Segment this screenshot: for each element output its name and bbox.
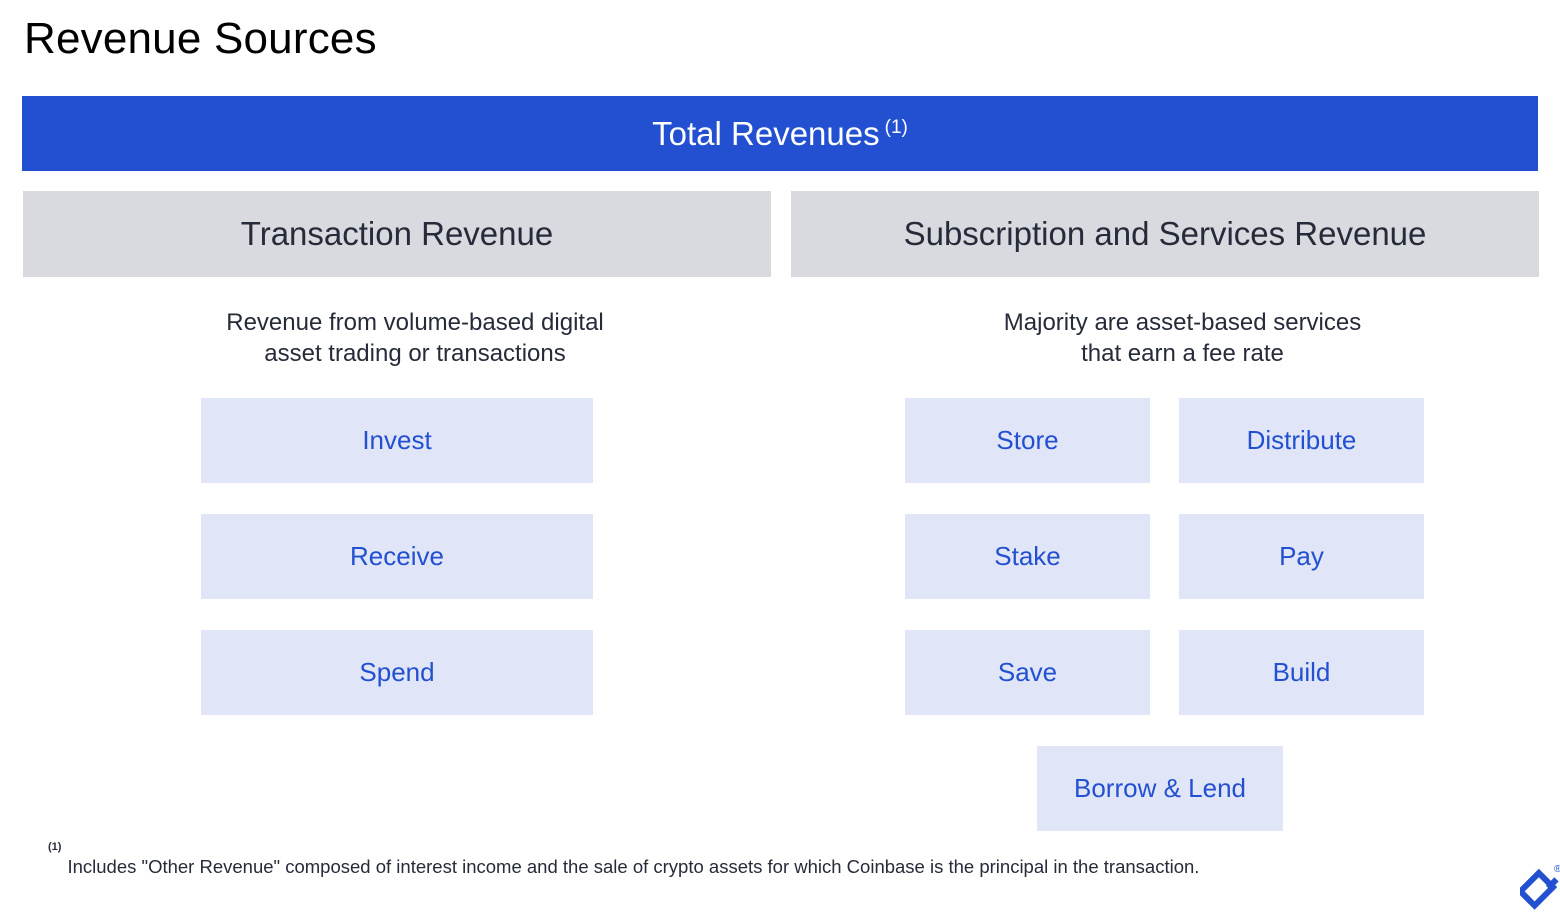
total-revenues-banner: Total Revenues (1) (22, 96, 1538, 171)
item-label: Store (996, 425, 1059, 455)
footnote-text: Includes "Other Revenue" composed of int… (67, 856, 1200, 877)
category-subscription-services-revenue: Subscription and Services Revenue (791, 191, 1539, 277)
total-footnote-marker: (1) (884, 116, 908, 138)
footnote-marker: (1) (48, 840, 62, 853)
item-label: Spend (359, 657, 435, 687)
item-receive: Receive (201, 514, 593, 599)
item-label: Save (997, 657, 1058, 687)
item-build: Build (1179, 630, 1424, 715)
item-store: Store (905, 398, 1150, 483)
transaction-description: Revenue from volume-based digital asset … (150, 307, 680, 369)
total-revenues-label: Total Revenues (652, 114, 880, 152)
footnote: (1) Includes "Other Revenue" composed of … (48, 841, 1199, 877)
item-label: Borrow & Lend (1074, 773, 1246, 803)
item-spend: Spend (201, 630, 593, 715)
item-save: Save (905, 630, 1150, 715)
category-transaction-revenue: Transaction Revenue (23, 191, 771, 277)
item-pay: Pay (1179, 514, 1424, 599)
description-line: asset trading or transactions (264, 340, 566, 367)
item-label: Distribute (1246, 425, 1357, 455)
item-label: Invest (362, 425, 432, 455)
item-label: Receive (350, 541, 444, 571)
toptal-logo-icon: ® (1516, 864, 1560, 915)
category-title: Subscription and Services Revenue (903, 215, 1427, 252)
item-label: Pay (1279, 541, 1324, 571)
subscription-description: Majority are asset-based services that e… (930, 307, 1435, 369)
registered-mark: ® (1554, 864, 1560, 875)
page-title: Revenue Sources (24, 14, 377, 63)
item-borrow-lend: Borrow & Lend (1037, 746, 1283, 831)
item-stake: Stake (905, 514, 1150, 599)
description-line: that earn a fee rate (1081, 340, 1284, 367)
description-line: Majority are asset-based services (1003, 309, 1362, 336)
item-label: Stake (994, 541, 1061, 571)
item-label: Build (1272, 657, 1331, 687)
description-line: Revenue from volume-based digital (226, 309, 604, 336)
category-title: Transaction Revenue (240, 215, 554, 252)
item-invest: Invest (201, 398, 593, 483)
item-distribute: Distribute (1179, 398, 1424, 483)
